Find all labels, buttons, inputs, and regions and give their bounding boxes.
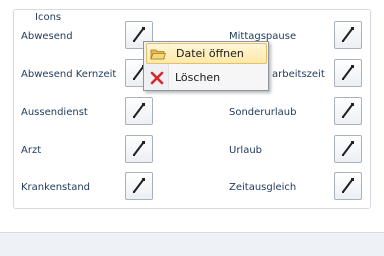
context-menu: Datei öffnen Löschen (143, 41, 269, 91)
pen-icon (342, 27, 354, 42)
label-arzt: Arzt (21, 145, 42, 156)
open-folder-icon (150, 49, 166, 60)
pen-icon (133, 178, 145, 193)
icon-button-mittagspause[interactable] (334, 21, 362, 49)
icon-button-sonderurlaub[interactable] (334, 97, 362, 125)
menu-item-label: Löschen (175, 71, 221, 84)
pen-icon (342, 178, 354, 193)
label-sonderurlaub: Sonderurlaub (229, 107, 297, 118)
bottom-band (0, 232, 384, 256)
label-arbeitszeit: arbeitszeit (272, 69, 325, 80)
icon-button-urlaub[interactable] (334, 135, 362, 163)
pen-icon (133, 141, 145, 156)
pen-icon (133, 103, 145, 118)
label-abwesend-kernzeit: Abwesend Kernzeit (21, 69, 117, 80)
pen-icon (342, 141, 354, 156)
label-zeitausgleich: Zeitausgleich (229, 182, 297, 193)
icon-button-arzt[interactable] (125, 135, 153, 163)
label-abwesend: Abwesend (21, 31, 73, 42)
icon-button-krankenstand[interactable] (125, 172, 153, 200)
label-krankenstand: Krankenstand (21, 182, 91, 193)
label-urlaub: Urlaub (229, 145, 263, 156)
icon-button-zeitausgleich[interactable] (334, 172, 362, 200)
delete-x-icon (150, 71, 164, 85)
icon-button-arbeitszeit[interactable] (334, 59, 362, 87)
menu-item-datei-oeffnen[interactable]: Datei öffnen (146, 43, 267, 64)
menu-item-label: Datei öffnen (176, 47, 244, 60)
menu-item-loeschen[interactable]: Löschen (146, 68, 267, 89)
group-title: Icons (32, 11, 65, 25)
pen-icon (342, 103, 354, 118)
pen-icon (342, 65, 354, 80)
label-aussendienst: Aussendienst (21, 107, 88, 118)
icon-button-aussendienst[interactable] (125, 97, 153, 125)
